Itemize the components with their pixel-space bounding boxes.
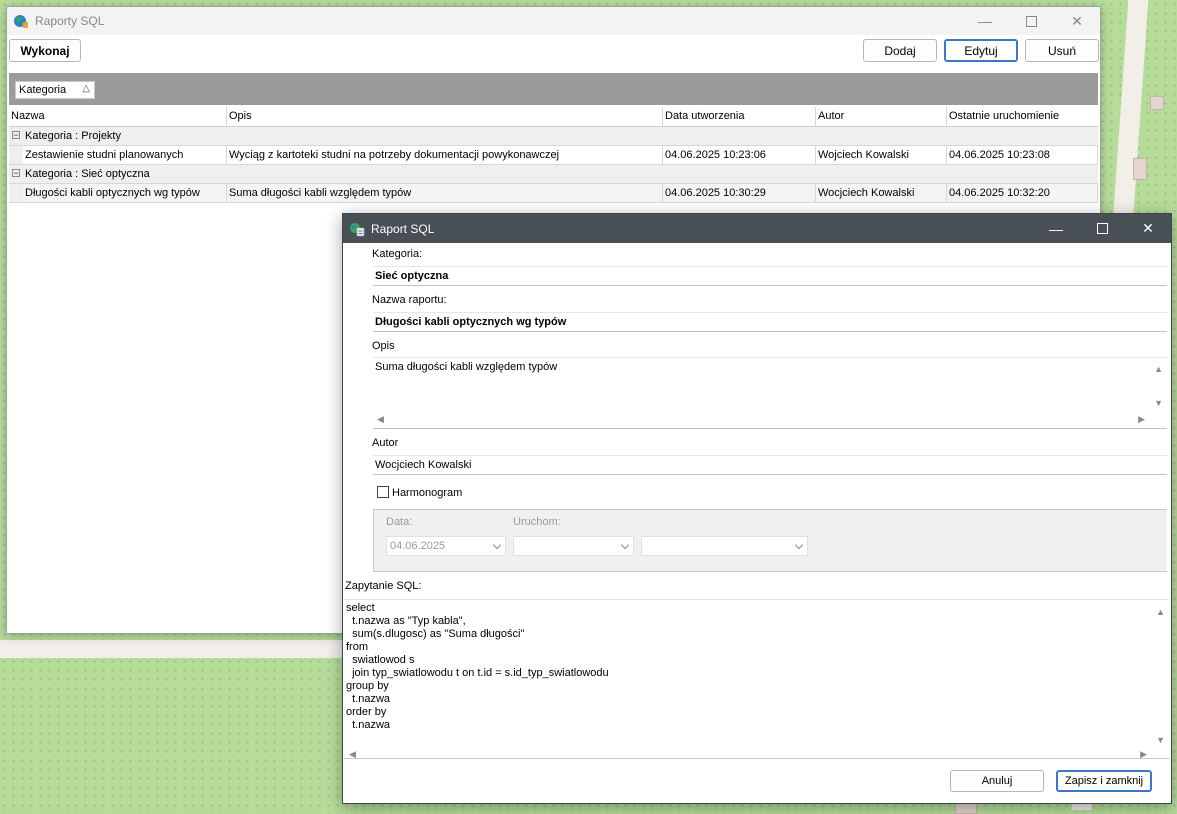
- category-label: Kategoria:: [372, 248, 423, 260]
- author-field[interactable]: Wocjciech Kowalski: [373, 455, 1167, 475]
- group-label: Kategoria : Sieć optyczna: [25, 168, 150, 180]
- sql-editor[interactable]: select t.nazwa as "Typ kabla", sum(s.dlu…: [344, 599, 1169, 759]
- group-by-panel: Kategoria △: [9, 73, 1098, 105]
- description-textarea[interactable]: Suma długości kabli względem typów ▲ ▼ ◀…: [373, 357, 1167, 429]
- scroll-down-icon[interactable]: ▼: [1156, 734, 1165, 747]
- cell-author: Wojciech Kowalski: [816, 146, 947, 164]
- schedule-checkbox-label[interactable]: Harmonogram: [392, 487, 462, 499]
- collapse-icon[interactable]: −: [12, 169, 20, 178]
- schedule-checkbox[interactable]: [377, 486, 389, 498]
- scroll-left-icon[interactable]: ◀: [349, 748, 356, 761]
- group-by-chip-category[interactable]: Kategoria △: [15, 81, 95, 99]
- minimize-button[interactable]: —: [962, 7, 1008, 35]
- map-building: [1133, 158, 1147, 180]
- group-row-optical-network[interactable]: − Kategoria : Sieć optyczna: [9, 165, 1098, 184]
- maximize-icon: [1025, 15, 1037, 27]
- sql-label: Zapytanie SQL:: [345, 580, 422, 592]
- chevron-down-icon: [620, 540, 630, 550]
- date-value: 04.06.2025: [390, 540, 446, 552]
- table-row[interactable]: Długości kabli optycznych wg typów Suma …: [9, 184, 1098, 203]
- cancel-button[interactable]: Anuluj: [950, 770, 1044, 792]
- close-button[interactable]: ✕: [1054, 7, 1100, 35]
- map-building: [1150, 96, 1164, 110]
- cell-author: Wocjciech Kowalski: [816, 184, 947, 202]
- column-header-created[interactable]: Data utworzenia: [663, 107, 816, 126]
- table-row[interactable]: Zestawienie studni planowanych Wyciąg z …: [9, 146, 1098, 165]
- cell-last-run: 04.06.2025 10:23:08: [947, 146, 1098, 164]
- scroll-right-icon[interactable]: ▶: [1140, 748, 1147, 761]
- scroll-right-icon[interactable]: ▶: [1138, 414, 1145, 425]
- maximize-button[interactable]: [1008, 7, 1054, 35]
- description-text: Suma długości kabli względem typów: [375, 361, 558, 373]
- dialog-title: Raport SQL: [371, 221, 435, 236]
- sort-ascending-icon: △: [82, 83, 90, 94]
- save-and-close-button[interactable]: Zapisz i zamknij: [1056, 770, 1152, 792]
- date-label: Data:: [386, 516, 413, 528]
- add-button[interactable]: Dodaj: [863, 39, 937, 62]
- run-select-2[interactable]: [641, 536, 808, 556]
- column-header-description[interactable]: Opis: [227, 107, 663, 126]
- report-name-field[interactable]: Długości kabli optycznych wg typów: [373, 312, 1167, 332]
- column-header-name[interactable]: Nazwa: [9, 107, 227, 126]
- close-icon: ✕: [1142, 220, 1154, 236]
- report-name-label: Nazwa raportu:: [372, 294, 447, 306]
- group-row-projects[interactable]: − Kategoria : Projekty: [9, 127, 1098, 146]
- cell-name: Długości kabli optycznych wg typów: [23, 184, 227, 202]
- run-label: Uruchom:: [513, 516, 561, 528]
- minimize-icon: —: [978, 13, 992, 29]
- window-title: Raporty SQL: [35, 14, 105, 28]
- scroll-up-icon[interactable]: ▲: [1156, 606, 1165, 619]
- run-select-1[interactable]: [513, 536, 634, 556]
- chevron-down-icon: [794, 540, 804, 550]
- delete-button[interactable]: Usuń: [1025, 39, 1099, 62]
- date-picker[interactable]: 04.06.2025: [386, 536, 506, 556]
- scroll-left-icon[interactable]: ◀: [377, 414, 384, 425]
- dialog-close-button[interactable]: ✕: [1125, 214, 1171, 243]
- dialog-titlebar[interactable]: Raport SQL — ✕: [343, 214, 1171, 243]
- close-icon: ✕: [1071, 12, 1083, 29]
- description-label: Opis: [372, 340, 395, 352]
- dialog-minimize-button[interactable]: —: [1033, 214, 1079, 243]
- grid-header: Nazwa Opis Data utworzenia Autor Ostatni…: [9, 107, 1098, 127]
- dialog-maximize-button[interactable]: [1079, 214, 1125, 243]
- cell-description: Suma długości kabli względem typów: [227, 184, 663, 202]
- reports-window-titlebar[interactable]: Raporty SQL — ✕: [7, 7, 1100, 35]
- schedule-group: Data: Uruchom: 04.06.2025: [373, 509, 1167, 572]
- column-header-last-run[interactable]: Ostatnie uruchomienie: [947, 107, 1098, 126]
- reports-grid: Nazwa Opis Data utworzenia Autor Ostatni…: [9, 107, 1098, 203]
- report-icon: [350, 222, 365, 236]
- maximize-icon: [1096, 223, 1108, 234]
- author-label: Autor: [372, 437, 399, 449]
- app-globe-icon: [14, 15, 28, 28]
- column-header-author[interactable]: Autor: [816, 107, 947, 126]
- scroll-down-icon[interactable]: ▼: [1154, 398, 1163, 408]
- group-label: Kategoria : Projekty: [25, 130, 121, 142]
- chevron-down-icon: [492, 540, 502, 550]
- cell-created: 04.06.2025 10:30:29: [663, 184, 816, 202]
- group-by-chip-label: Kategoria: [19, 84, 67, 96]
- category-field[interactable]: Sieć optyczna: [373, 266, 1167, 286]
- collapse-icon[interactable]: −: [12, 131, 20, 140]
- minimize-icon: —: [1049, 220, 1063, 237]
- cell-last-run: 04.06.2025 10:32:20: [947, 184, 1098, 202]
- sql-text: select t.nazwa as "Typ kabla", sum(s.dlu…: [346, 602, 609, 731]
- cell-created: 04.06.2025 10:23:06: [663, 146, 816, 164]
- sql-report-dialog: Raport SQL — ✕ Kategoria: Sieć optyczna …: [342, 213, 1172, 804]
- edit-button[interactable]: Edytuj: [944, 39, 1018, 62]
- execute-button[interactable]: Wykonaj: [9, 39, 81, 62]
- map-road: [0, 640, 345, 658]
- cell-name: Zestawienie studni planowanych: [23, 146, 227, 164]
- scroll-up-icon[interactable]: ▲: [1154, 364, 1163, 374]
- cell-description: Wyciąg z kartoteki studni na potrzeby do…: [227, 146, 663, 164]
